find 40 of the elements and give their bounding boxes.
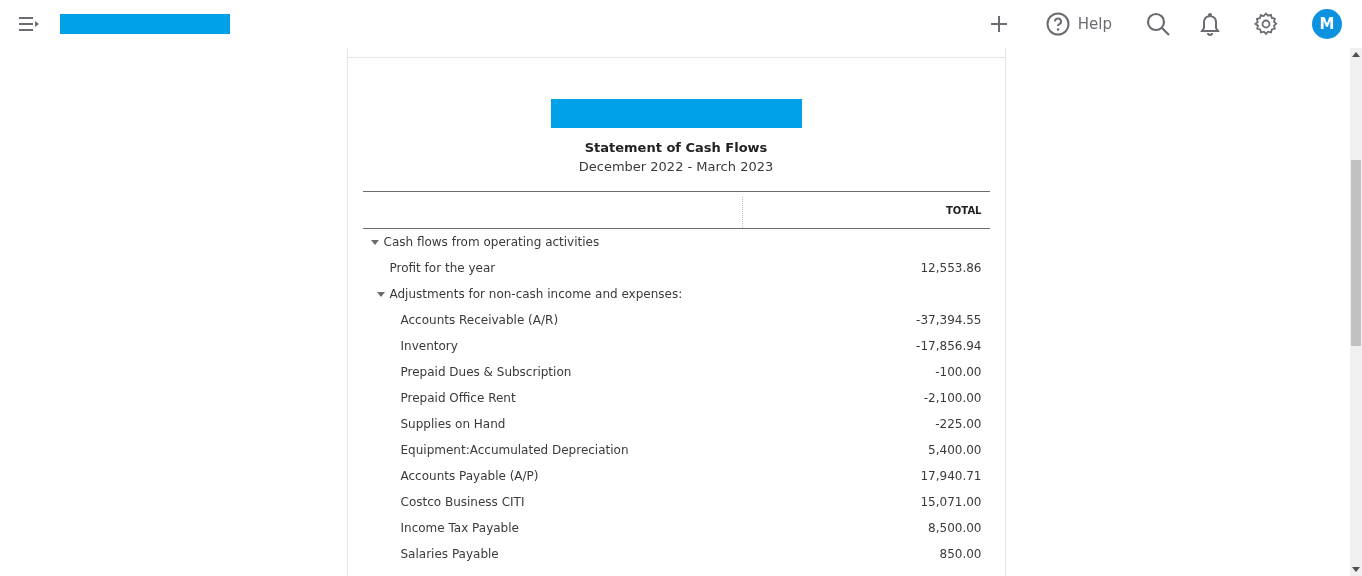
column-header: TOTAL — [945, 203, 983, 218]
row-label: Income Tax Payable — [400, 521, 519, 535]
search-icon[interactable] — [1146, 12, 1170, 36]
row-label: Inventory — [400, 339, 458, 353]
help-button[interactable]: Help — [1045, 12, 1112, 36]
row-value: -37,394.55 — [916, 313, 983, 327]
settings-icon[interactable] — [1254, 12, 1278, 36]
help-icon[interactable] — [1045, 12, 1070, 36]
row-label: Cash flows from operating activities — [383, 235, 600, 249]
row-value: 12,553.86 — [920, 261, 983, 275]
row-value: 850.00 — [939, 547, 983, 561]
scrollbar[interactable] — [1350, 48, 1362, 576]
row-label: Adjustments for non-cash income and expenses: — [389, 287, 683, 301]
scroll-up-icon[interactable] — [1352, 52, 1360, 57]
report-period: December 2022 - March 2023 — [578, 159, 774, 174]
row-value: -17,856.94 — [916, 339, 983, 353]
row-label: Profit for the year — [389, 261, 496, 275]
add-button[interactable] — [989, 15, 1008, 33]
scroll-down-icon[interactable] — [1352, 567, 1360, 572]
row-value: 5,400.00 — [928, 443, 983, 457]
row-value: -225.00 — [935, 417, 983, 431]
caret-icon[interactable] — [376, 291, 385, 297]
menu-icon[interactable] — [19, 17, 39, 31]
row-value: -2,100.00 — [923, 391, 983, 405]
row-label: Equipment:Accumulated Depreciation — [400, 443, 629, 457]
report-title: Statement of Cash Flows — [584, 140, 768, 155]
row-label: Costco Business CITI — [400, 495, 525, 509]
user-avatar[interactable]: M — [1312, 9, 1342, 39]
bell-icon[interactable] — [1200, 12, 1220, 36]
row-value: 15,071.00 — [920, 495, 983, 509]
row-label: Accounts Payable (A/P) — [400, 469, 539, 483]
row-label: Prepaid Office Rent — [400, 391, 516, 405]
row-label: Accounts Receivable (A/R) — [400, 313, 559, 327]
row-label: Supplies on Hand — [400, 417, 506, 431]
row-value: 8,500.00 — [928, 521, 983, 535]
row-label: Prepaid Dues & Subscription — [400, 365, 572, 379]
caret-icon[interactable] — [370, 239, 379, 245]
row-value: 17,940.71 — [920, 469, 983, 483]
row-value: -100.00 — [935, 365, 983, 379]
row-label: Salaries Payable — [400, 547, 499, 561]
